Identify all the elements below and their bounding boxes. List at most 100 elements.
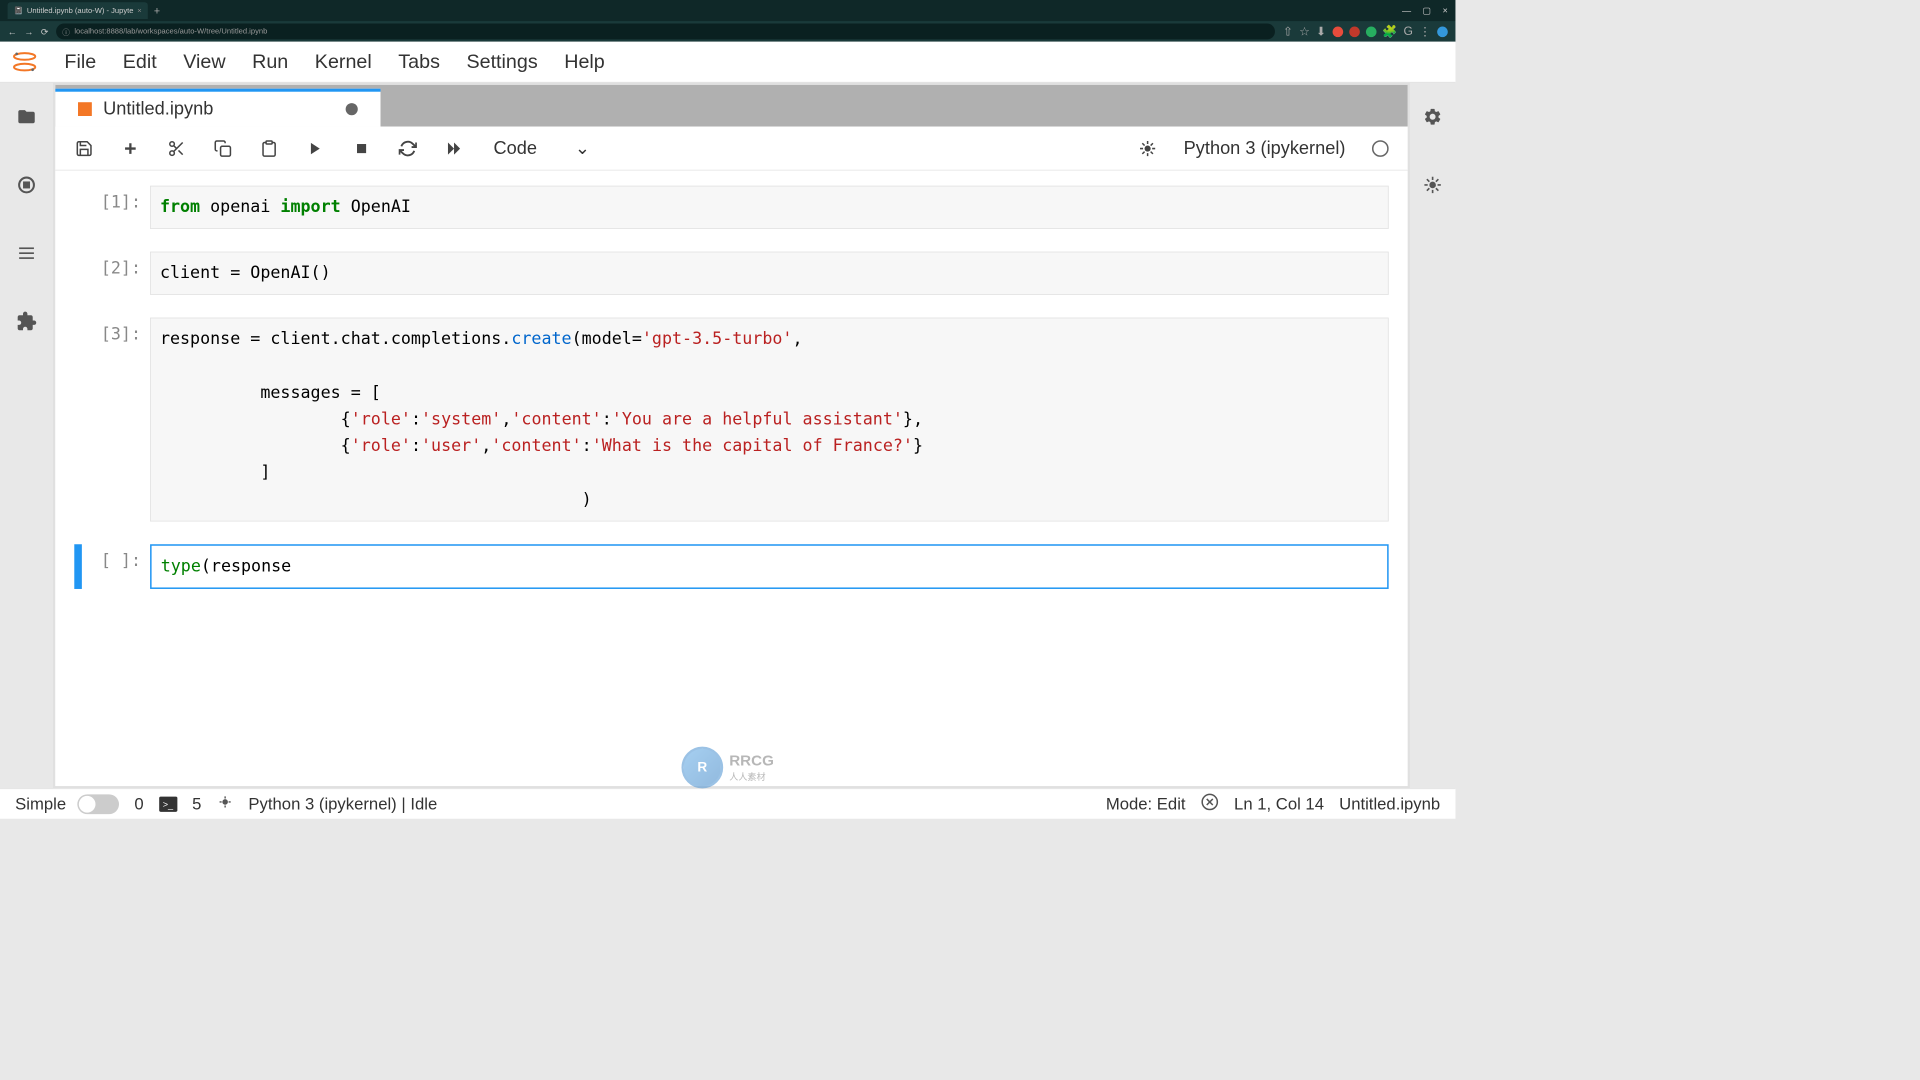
browser-tabs-bar: 📓 Untitled.ipynb (auto-W) - Jupyte × + —… — [0, 0, 1455, 21]
code-cell[interactable]: [2]:client = OpenAI() — [74, 252, 1388, 295]
file-tab[interactable]: Untitled.ipynb — [55, 89, 381, 127]
jupyter-app: File Edit View Run Kernel Tabs Settings … — [0, 42, 1455, 819]
cell-gutter — [74, 252, 82, 295]
share-icon[interactable]: ⇧ — [1283, 24, 1293, 39]
profile-icon[interactable] — [1437, 26, 1448, 37]
cell-prompt: [ ]: — [86, 544, 150, 589]
left-sidebar — [0, 83, 53, 789]
toggle-switch[interactable] — [78, 794, 120, 814]
main-layout: Untitled.ipynb — [0, 83, 1455, 789]
new-tab-button[interactable]: + — [154, 5, 160, 17]
stop-button[interactable] — [352, 138, 372, 158]
cell-gutter — [74, 544, 82, 589]
terminal-icon[interactable]: >_ — [159, 796, 177, 811]
bookmark-icon[interactable]: ☆ — [1299, 24, 1310, 39]
cursor-position: Ln 1, Col 14 — [1234, 794, 1324, 814]
watermark-logo: R — [681, 747, 723, 789]
cut-button[interactable] — [167, 138, 187, 158]
running-icon[interactable] — [15, 174, 38, 197]
cell-input[interactable]: response = client.chat.completions.creat… — [150, 318, 1389, 521]
file-tabs-bar: Untitled.ipynb — [55, 85, 1407, 127]
code-cell[interactable]: [1]:from openai import OpenAI — [74, 186, 1388, 229]
jupyter-logo — [11, 49, 38, 76]
copy-button[interactable] — [213, 138, 233, 158]
google-icon[interactable]: G — [1403, 25, 1412, 39]
kernel-status-indicator — [1372, 140, 1389, 157]
browser-tab[interactable]: 📓 Untitled.ipynb (auto-W) - Jupyte × — [8, 2, 148, 19]
save-button[interactable] — [74, 138, 94, 158]
code-cell[interactable]: [3]:response = client.chat.completions.c… — [74, 318, 1388, 521]
menu-help[interactable]: Help — [564, 50, 605, 73]
close-icon[interactable]: × — [137, 6, 141, 14]
notebook-toolbar: Code ⌄ Python 3 (ipykernel) — [55, 127, 1407, 171]
bug-icon[interactable] — [217, 793, 234, 814]
cell-prompt: [1]: — [86, 186, 150, 229]
simple-mode-toggle[interactable]: Simple — [15, 794, 119, 814]
cell-input[interactable]: type(response — [150, 544, 1389, 589]
download-icon[interactable]: ⬇ — [1316, 24, 1326, 39]
run-button[interactable] — [305, 138, 325, 158]
notebook-icon — [78, 102, 92, 116]
folder-icon[interactable] — [15, 105, 38, 128]
forward-button[interactable]: → — [24, 26, 33, 37]
content-area: Untitled.ipynb — [55, 85, 1407, 786]
notification-icon[interactable] — [1201, 792, 1219, 815]
simple-label: Simple — [15, 794, 66, 814]
url-text: localhost:8888/lab/workspaces/auto-W/tre… — [74, 27, 267, 35]
add-cell-button[interactable] — [121, 138, 141, 158]
restart-run-all-button[interactable] — [444, 138, 464, 158]
chevron-down-icon: ⌄ — [575, 137, 590, 159]
notebook-area[interactable]: [1]:from openai import OpenAI[2]:client … — [55, 171, 1407, 786]
extensions-icon[interactable] — [15, 310, 38, 333]
menu-edit[interactable]: Edit — [123, 50, 157, 73]
menu-view[interactable]: View — [183, 50, 225, 73]
watermark-subtext: 人人素材 — [729, 770, 774, 783]
statusbar: Simple 0 >_ 5 Python 3 (ipykernel) | Idl… — [0, 788, 1455, 818]
cell-prompt: [2]: — [86, 252, 150, 295]
extension-icon[interactable] — [1349, 26, 1360, 37]
url-bar[interactable]: ⓘ localhost:8888/lab/workspaces/auto-W/t… — [56, 23, 1275, 39]
status-num1: 0 — [134, 794, 143, 814]
debugger-button[interactable] — [1137, 138, 1157, 158]
toggle-thumb — [79, 796, 96, 813]
extensions-icon[interactable]: 🧩 — [1382, 24, 1397, 39]
window-controls: — ▢ × — [1402, 5, 1448, 16]
right-sidebar — [1410, 83, 1455, 789]
menu-icon[interactable]: ⋮ — [1419, 24, 1431, 39]
menu-file[interactable]: File — [64, 50, 96, 73]
cell-gutter — [74, 186, 82, 229]
site-info-icon: ⓘ — [62, 26, 70, 37]
close-button[interactable]: × — [1442, 5, 1447, 16]
paste-button[interactable] — [259, 138, 279, 158]
debug-icon[interactable] — [1421, 174, 1444, 197]
toc-icon[interactable] — [15, 242, 38, 265]
maximize-button[interactable]: ▢ — [1422, 5, 1431, 16]
menu-tabs[interactable]: Tabs — [398, 50, 440, 73]
mode-text: Mode: Edit — [1106, 794, 1186, 814]
watermark-text: RRCG — [729, 752, 774, 769]
cell-type-value: Code — [493, 138, 536, 159]
reload-button[interactable]: ⟳ — [41, 26, 49, 37]
code-cell[interactable]: [ ]:type(response — [74, 544, 1388, 589]
menu-settings[interactable]: Settings — [466, 50, 537, 73]
menu-run[interactable]: Run — [252, 50, 288, 73]
status-filename: Untitled.ipynb — [1339, 794, 1440, 814]
minimize-button[interactable]: — — [1402, 5, 1411, 16]
restart-button[interactable] — [398, 138, 418, 158]
browser-extensions: ⇧ ☆ ⬇ 🧩 G ⋮ — [1283, 24, 1448, 39]
tab-favicon: 📓 — [14, 6, 23, 14]
kernel-name[interactable]: Python 3 (ipykernel) — [1184, 138, 1346, 159]
extension-icon[interactable] — [1366, 26, 1377, 37]
cell-gutter — [74, 318, 82, 521]
file-tab-name: Untitled.ipynb — [103, 99, 213, 120]
menu-kernel[interactable]: Kernel — [315, 50, 372, 73]
cell-input[interactable]: from openai import OpenAI — [150, 186, 1389, 229]
browser-chrome: 📓 Untitled.ipynb (auto-W) - Jupyte × + —… — [0, 0, 1455, 42]
tab-title: Untitled.ipynb (auto-W) - Jupyte — [27, 6, 134, 14]
back-button[interactable]: ← — [8, 26, 17, 37]
kernel-status-text: Python 3 (ipykernel) | Idle — [248, 794, 437, 814]
cell-type-dropdown[interactable]: Code ⌄ — [490, 134, 593, 162]
extension-icon[interactable] — [1332, 26, 1343, 37]
cell-input[interactable]: client = OpenAI() — [150, 252, 1389, 295]
gear-icon[interactable] — [1421, 105, 1444, 128]
